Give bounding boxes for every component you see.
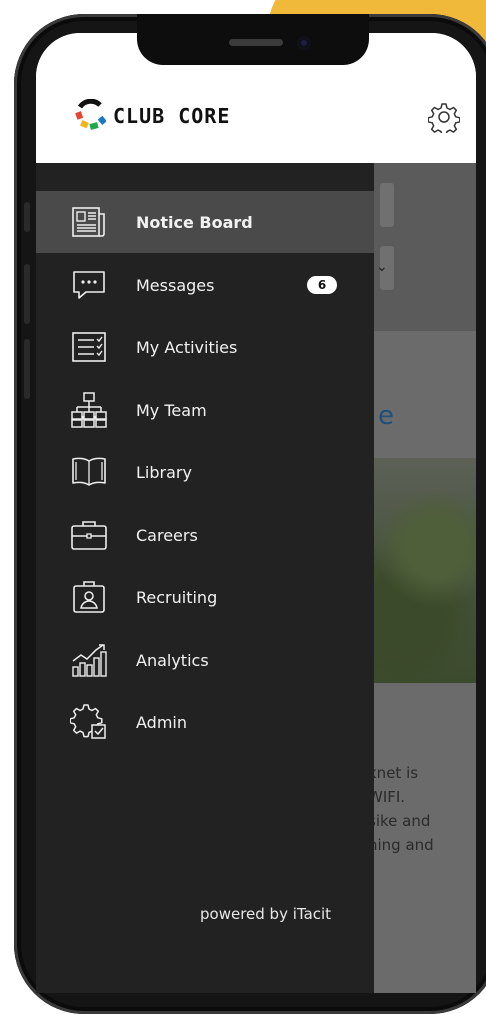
underlying-content: ⌄ e knet is WIFI. sike and hing and [368, 163, 476, 993]
menu-item-recruiting[interactable]: Recruiting [36, 566, 374, 628]
checklist-icon [72, 332, 106, 362]
powered-by-footer[interactable]: powered by iTacit [200, 905, 331, 923]
phone-speaker [229, 39, 283, 46]
gear-icon[interactable] [428, 101, 460, 133]
underlying-text-line: hing and [368, 836, 434, 854]
chevron-down-icon: ⌄ [376, 259, 388, 275]
club-core-logo-icon [75, 99, 106, 130]
volume-up-button [24, 264, 30, 324]
mute-switch [24, 202, 30, 232]
underlying-photo [374, 458, 476, 683]
underlying-filter-area: ⌄ [374, 163, 476, 331]
underlying-heading: e [378, 401, 394, 431]
menu-item-label: Messages [136, 275, 215, 295]
menu-item-notice-board[interactable]: Notice Board [36, 191, 374, 253]
org-chart-icon [71, 392, 107, 428]
menu-item-label: Careers [136, 525, 198, 545]
admin-gear-icon [70, 704, 106, 739]
menu-item-my-team[interactable]: My Team [36, 379, 374, 441]
front-camera [297, 36, 311, 50]
underlying-text-line: knet is [368, 764, 419, 782]
newspaper-icon [72, 207, 105, 237]
id-badge-icon [73, 581, 105, 613]
menu-item-label: My Team [136, 400, 207, 420]
app-name: CLUB CORE [113, 104, 231, 128]
menu-item-label: Analytics [136, 650, 209, 670]
menu-item-admin[interactable]: Admin [36, 691, 374, 753]
open-book-icon [72, 457, 106, 486]
briefcase-icon [71, 521, 107, 550]
menu-item-label: My Activities [136, 337, 238, 357]
menu-item-careers[interactable]: Careers [36, 504, 374, 566]
underlying-field [380, 183, 394, 227]
menu-item-label: Admin [136, 712, 187, 732]
bar-chart-icon [72, 644, 107, 677]
menu-item-label: Recruiting [136, 587, 218, 607]
chat-bubble-icon [73, 271, 105, 299]
navigation-drawer: Notice Board Messages 6 My Activities My… [36, 163, 374, 993]
volume-down-button [24, 339, 30, 399]
unread-count-badge: 6 [307, 276, 337, 294]
menu-item-my-activities[interactable]: My Activities [36, 316, 374, 378]
menu-item-library[interactable]: Library [36, 441, 374, 503]
menu-item-messages[interactable]: Messages 6 [36, 254, 374, 316]
menu-item-analytics[interactable]: Analytics [36, 629, 374, 691]
menu-item-label: Notice Board [136, 212, 253, 232]
menu-item-label: Library [136, 462, 192, 482]
app-screen: CLUB CORE ⌄ e knet is WIFI. sike and hin… [36, 33, 476, 993]
underlying-text-line: WIFI. [368, 788, 406, 806]
underlying-text-line: sike and [368, 812, 431, 830]
